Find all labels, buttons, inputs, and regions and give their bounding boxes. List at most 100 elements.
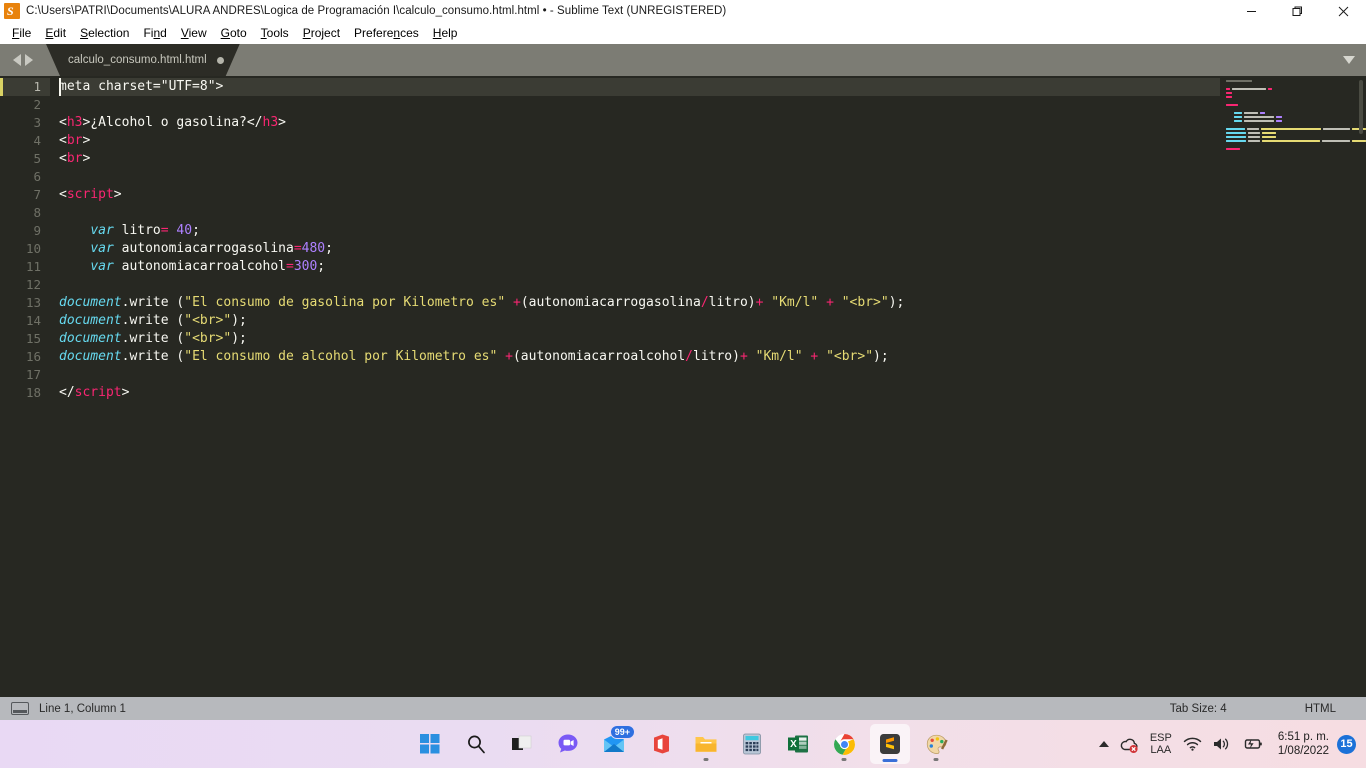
minimap-token	[1244, 111, 1258, 114]
minimap-token	[1234, 115, 1242, 118]
code-line[interactable]: document.write ("<br>");	[59, 312, 1366, 330]
line-number: 11	[25, 259, 41, 274]
chat-button[interactable]	[548, 724, 588, 764]
code-line[interactable]: meta charset="UTF=8">	[59, 78, 1366, 96]
svg-text:X: X	[790, 739, 797, 750]
minimap-token	[1226, 103, 1238, 106]
search-button[interactable]	[456, 724, 496, 764]
menu-file[interactable]: File	[5, 24, 38, 43]
code-line[interactable]: var autonomiacarrogasolina=480;	[59, 240, 1366, 258]
token-kw: document	[59, 313, 122, 328]
clock[interactable]: 6:51 p. m. 1/08/2022	[1268, 730, 1335, 758]
unsaved-changes-icon[interactable]	[217, 57, 224, 64]
active-window-indicator	[882, 759, 898, 762]
wifi-button[interactable]	[1178, 724, 1207, 764]
chrome-button[interactable]	[824, 724, 864, 764]
onedrive-button[interactable]	[1114, 724, 1144, 764]
minimap-token	[1244, 115, 1274, 118]
menu-find[interactable]: Find	[136, 24, 173, 43]
code-line[interactable]: </script>	[59, 384, 1366, 402]
token-op: =	[160, 223, 169, 238]
file-explorer-button[interactable]	[686, 724, 726, 764]
tab-scroll-arrows[interactable]	[0, 44, 46, 76]
sublime-text-button[interactable]	[870, 724, 910, 764]
token-str: "Km/l"	[755, 349, 803, 364]
token-kw: var	[90, 259, 114, 274]
volume-button[interactable]	[1207, 724, 1236, 764]
start-button[interactable]	[410, 724, 450, 764]
menu-selection[interactable]: Selection	[73, 24, 136, 43]
syntax-language[interactable]: HTML	[1305, 703, 1336, 715]
language-indicator[interactable]: ESP LAA	[1144, 732, 1178, 757]
menu-help[interactable]: Help	[426, 24, 465, 43]
text-caret	[59, 78, 61, 96]
code-line[interactable]	[59, 168, 1366, 186]
minimap-row	[1226, 143, 1366, 146]
title-bar: S C:\Users\PATRI\Documents\ALURA ANDRES\…	[0, 0, 1366, 23]
status-bar: Line 1, Column 1 Tab Size: 4 HTML	[0, 697, 1366, 720]
menu-view[interactable]: View	[174, 24, 214, 43]
code-line[interactable]: <br>	[59, 150, 1366, 168]
tab-list-dropdown[interactable]	[1332, 44, 1366, 76]
tab-label: calculo_consumo.html.html	[68, 54, 207, 66]
code-editor[interactable]: 1 2 3 4 5 6 7 8 9 10 11 12 13 14 15 16 17 18 meta charset…	[0, 76, 1366, 697]
menu-preferences[interactable]: Preferences	[347, 24, 426, 43]
menu-goto[interactable]: Goto	[214, 24, 254, 43]
notification-badge[interactable]: 15	[1337, 734, 1356, 754]
minimap-token	[1248, 131, 1260, 134]
code-line[interactable]: <script>	[59, 186, 1366, 204]
code-line[interactable]: document.write ("<br>");	[59, 330, 1366, 348]
menu-project[interactable]: Project	[296, 24, 347, 43]
token-tag: br	[66, 151, 83, 166]
token-str: "<br>"	[841, 295, 889, 310]
code-line[interactable]	[59, 276, 1366, 294]
minimap-token	[1234, 119, 1242, 122]
token-str: "<br>"	[184, 313, 232, 328]
code-line[interactable]: var autonomiacarroalcohol=300;	[59, 258, 1366, 276]
code-line[interactable]: document.write ("El consumo de alcohol p…	[59, 348, 1366, 366]
token-punc: >	[278, 115, 286, 130]
chevron-up-icon	[1098, 741, 1109, 747]
scroll-left-icon[interactable]	[13, 54, 21, 66]
minimap-token	[1323, 127, 1351, 130]
code-line[interactable]: <br>	[59, 132, 1366, 150]
token-plain: (	[168, 349, 185, 364]
excel-button[interactable]: X	[778, 724, 818, 764]
scroll-right-icon[interactable]	[25, 54, 33, 66]
console-toggle-icon[interactable]	[11, 702, 29, 715]
code-line[interactable]: var litro= 40;	[59, 222, 1366, 240]
task-view-button[interactable]	[502, 724, 542, 764]
code-line[interactable]: document.write ("El consumo de gasolina …	[59, 294, 1366, 312]
token-fn: .write	[121, 295, 169, 310]
tray-overflow-button[interactable]	[1094, 724, 1114, 764]
maximize-button[interactable]	[1274, 0, 1320, 23]
mail-button[interactable]: 99+	[594, 724, 635, 764]
token-plain: autonomiacarroalcohol	[113, 259, 286, 274]
menu-edit[interactable]: Edit	[38, 24, 73, 43]
office-button[interactable]	[640, 724, 680, 764]
calculator-button[interactable]	[732, 724, 772, 764]
minimap-token	[1226, 127, 1246, 130]
code-line[interactable]: <h3>¿Alcohol o gasolina?</h3>	[59, 114, 1366, 132]
tab-calculo-consumo[interactable]: calculo_consumo.html.html	[46, 44, 240, 76]
minimap-row	[1226, 95, 1366, 98]
menu-tools[interactable]: Tools	[254, 24, 296, 43]
code-line[interactable]	[59, 96, 1366, 114]
token-str: "El consumo de gasolina por Kilometro es…	[184, 295, 506, 310]
token-num: 300	[293, 259, 318, 274]
token-op: +	[512, 295, 521, 310]
code-content[interactable]: meta charset="UTF=8"> <h3>¿Alcohol o gas…	[50, 76, 1366, 697]
code-line[interactable]	[59, 366, 1366, 384]
close-button[interactable]	[1320, 0, 1366, 23]
minimap-token	[1352, 139, 1366, 142]
code-line[interactable]	[59, 204, 1366, 222]
battery-button[interactable]	[1236, 724, 1268, 764]
tab-size-setting[interactable]: Tab Size: 4	[1170, 703, 1227, 715]
minimap-row	[1226, 131, 1366, 134]
paint-button[interactable]	[916, 724, 956, 764]
minimap[interactable]	[1220, 76, 1366, 697]
minimap-scrollbar[interactable]	[1359, 80, 1363, 134]
minimize-button[interactable]	[1228, 0, 1274, 23]
menu-bar: File Edit Selection Find View Goto Tools…	[0, 23, 1366, 44]
token-punc: <	[59, 133, 67, 148]
